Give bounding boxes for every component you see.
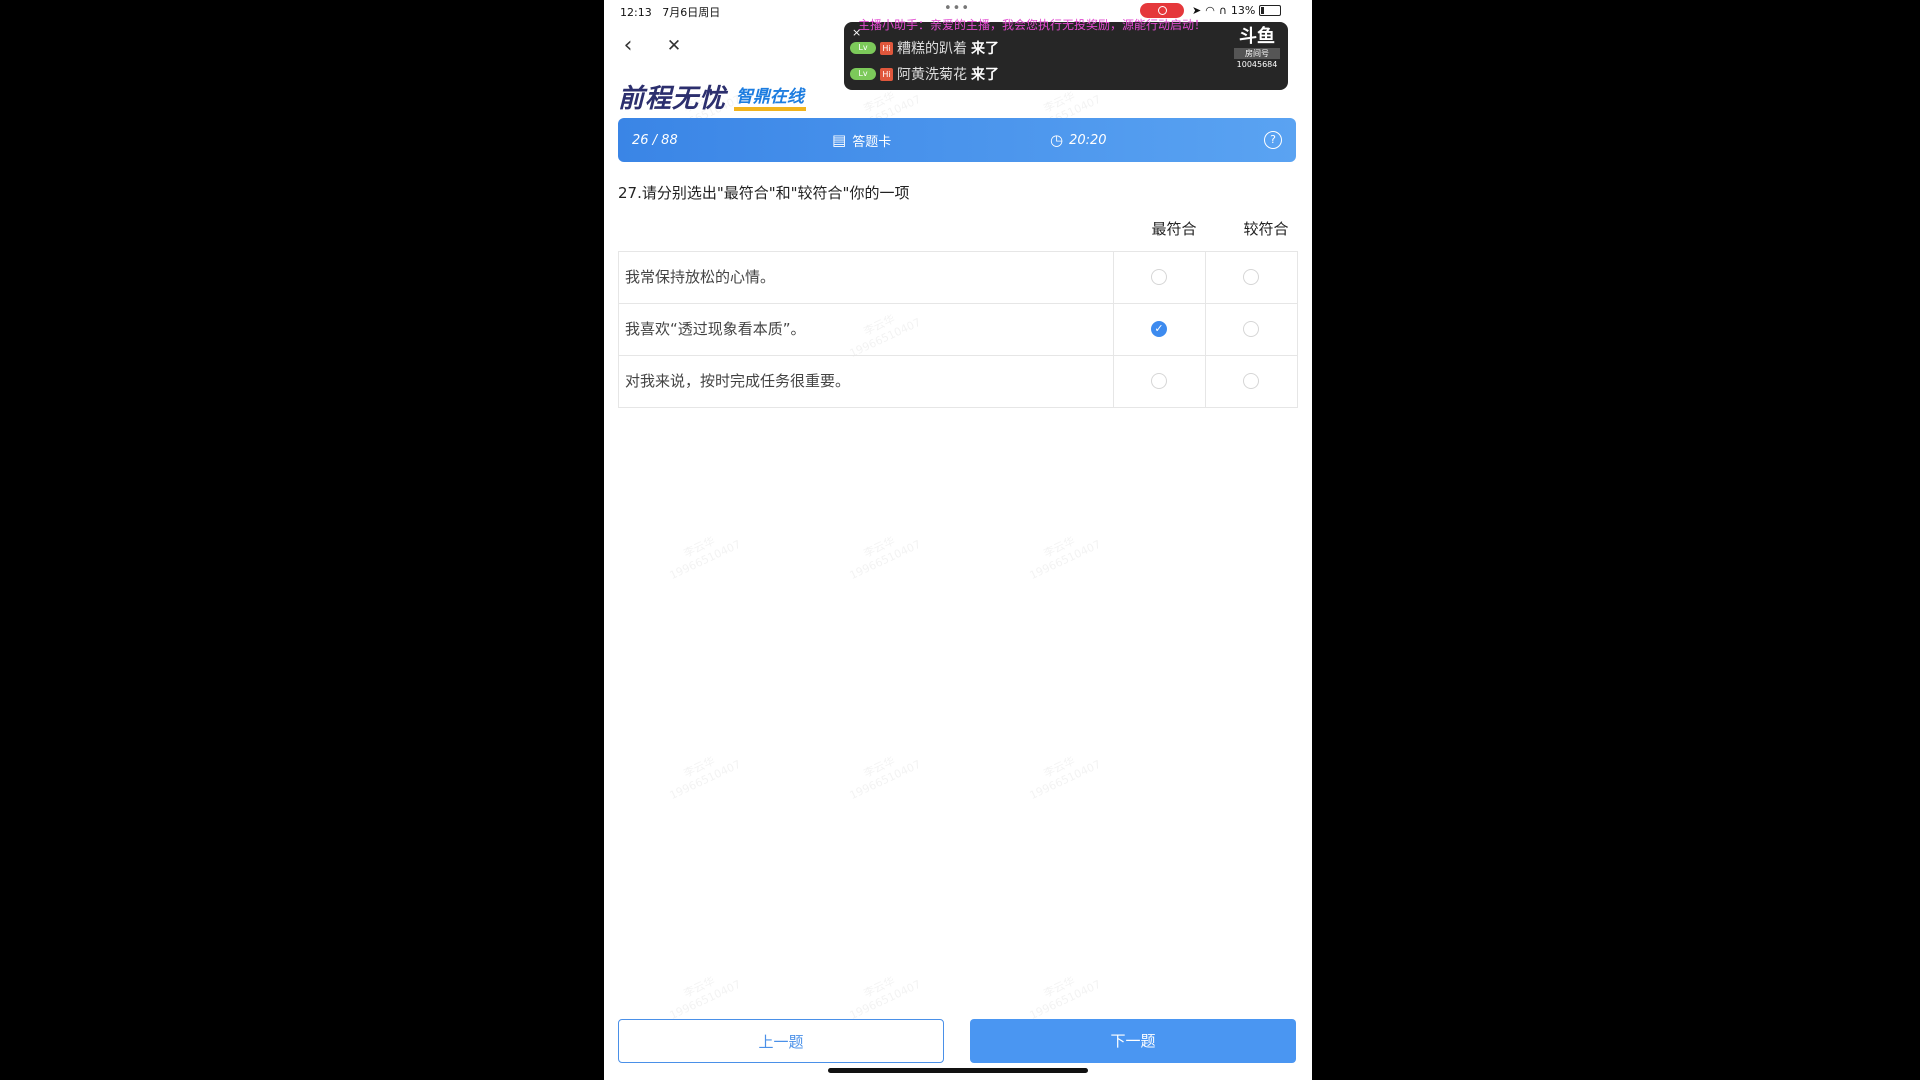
options-table: 我常保持放松的心情。 我喜欢“透过现象看本质”。 ✓ 对我来说，按时完成任务很重…: [618, 251, 1298, 408]
answer-card-label: 答题卡: [852, 134, 892, 150]
option-text: 我常保持放松的心情。: [625, 268, 776, 286]
watermark: 李云华 19966510407: [847, 974, 923, 1023]
phone-screen: 李云华 19966510407 李云华 19966510407 李云华 1996651…: [604, 0, 1312, 1080]
table-row: 对我来说，按时完成任务很重要。: [619, 356, 1297, 407]
answer-card-button[interactable]: ▤ 答题卡: [832, 118, 891, 162]
radio-more[interactable]: [1243, 321, 1259, 337]
timer-value: 20:20: [1069, 132, 1107, 148]
table-row: 我喜欢“透过现象看本质”。 ✓: [619, 304, 1297, 356]
radio-most[interactable]: [1151, 373, 1167, 389]
brand-logo: 前程无忧 智鼎在线: [618, 78, 807, 115]
level-badge: Lv: [850, 42, 876, 54]
back-icon[interactable]: ‹: [614, 32, 642, 60]
prev-question-button[interactable]: 上一题: [618, 1019, 944, 1063]
cell-more: [1205, 304, 1298, 355]
watermark: 李云华 19966510407: [1027, 974, 1103, 1023]
room-info: 斗鱼 房间号 10045684: [1234, 28, 1280, 69]
clock-icon: ◷: [1050, 131, 1064, 149]
overlay-ticker: 主播小助手：亲爱的主播，我会您执行无投奖励，源能行动启动！: [858, 18, 1207, 32]
answer-card-icon: ▤: [832, 131, 847, 149]
timer: ◷ 20:20: [1050, 118, 1107, 162]
close-icon[interactable]: ✕: [660, 32, 688, 60]
option-text: 对我来说，按时完成任务很重要。: [625, 372, 851, 390]
viewer-name: 阿黄洗菊花: [897, 67, 967, 83]
watermark: 李云华 19966510407: [667, 974, 743, 1023]
battery-icon: [1259, 5, 1282, 16]
logo-sub: 智鼎在线: [734, 82, 807, 111]
viewer-join-row: Lv Hi 糟糕的趴着 来了: [850, 38, 999, 58]
viewer-action: 来了: [971, 41, 999, 57]
cell-most: [1113, 252, 1206, 303]
home-indicator[interactable]: [828, 1068, 1088, 1073]
table-row: 我常保持放松的心情。: [619, 252, 1297, 304]
watermark: 李云华 19966510407: [847, 534, 923, 583]
watermark: 李云华 19966510407: [667, 534, 743, 583]
douyu-logo: 斗鱼: [1239, 26, 1275, 47]
column-more-fit: 较符合: [1243, 220, 1289, 238]
column-most-fit: 最符合: [1151, 220, 1197, 238]
record-icon: [1158, 6, 1167, 15]
cell-most: ✓: [1113, 304, 1206, 355]
option-text: 我喜欢“透过现象看本质”。: [625, 320, 806, 338]
question-text: 27.请分别选出"最符合"和"较符合"你的一项: [618, 184, 910, 202]
status-time: 12:13 7月6日周日: [620, 6, 721, 19]
viewer-join-row: Lv Hi 阿黄洗菊花 来了: [850, 64, 999, 84]
radio-more[interactable]: [1243, 373, 1259, 389]
viewer-action: 来了: [971, 67, 999, 83]
room-number: 10045684: [1236, 60, 1278, 69]
quiz-toolbar: 26 / 88 ▤ 答题卡 ◷ 20:20 ?: [618, 118, 1296, 162]
hi-badge: Hi: [880, 41, 893, 55]
cell-more: [1205, 356, 1298, 407]
next-question-button[interactable]: 下一题: [970, 1019, 1296, 1063]
cell-most: [1113, 356, 1206, 407]
radio-more[interactable]: [1243, 269, 1259, 285]
watermark: 李云华 19966510407: [1027, 754, 1103, 803]
progress-counter: 26 / 88: [632, 132, 678, 148]
multitask-dots[interactable]: •••: [944, 1, 970, 16]
watermark: 李云华 19966510407: [667, 754, 743, 803]
help-icon[interactable]: ?: [1264, 131, 1282, 149]
hi-badge: Hi: [880, 67, 893, 81]
level-badge: Lv: [850, 68, 876, 80]
column-headers: 最符合 较符合: [604, 218, 1312, 240]
watermark: 李云华 19966510407: [1027, 534, 1103, 583]
room-label: 房间号: [1234, 48, 1280, 59]
viewer-name: 糟糕的趴着: [897, 41, 967, 57]
radio-most[interactable]: [1151, 269, 1167, 285]
watermark: 李云华 19966510407: [847, 754, 923, 803]
logo-main: 前程无忧: [618, 84, 727, 114]
cell-more: [1205, 252, 1298, 303]
live-stream-overlay: 主播小助手：亲爱的主播，我会您执行无投奖励，源能行动启动！ × Lv Hi 糟糕…: [844, 18, 1288, 90]
radio-most[interactable]: ✓: [1151, 321, 1167, 337]
